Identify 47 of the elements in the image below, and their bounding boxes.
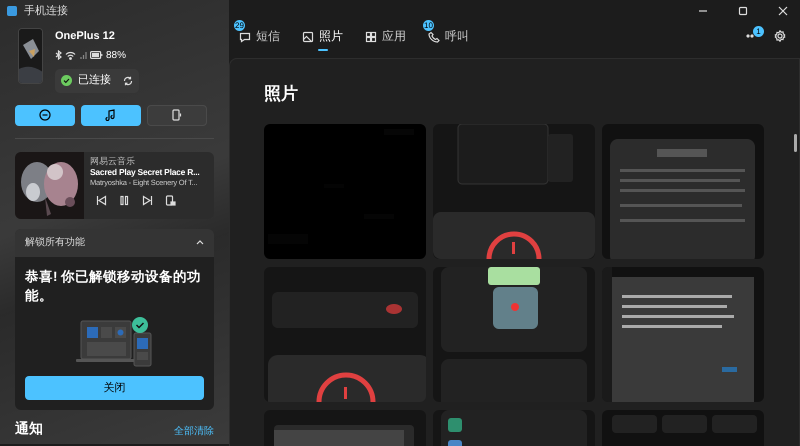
quick-action-button[interactable] xyxy=(81,104,141,126)
unlock-message: 恭喜! 你已解锁移动设备的功能。 xyxy=(25,268,202,306)
more-icon xyxy=(746,34,756,38)
wifi-icon xyxy=(65,50,76,60)
music-note-icon xyxy=(105,109,117,121)
count-badge: 10 xyxy=(423,20,434,31)
close-panel-button[interactable]: 关闭 xyxy=(25,376,204,400)
phone-icon xyxy=(428,30,440,43)
chat-icon xyxy=(239,30,251,43)
battery-icon xyxy=(90,51,103,59)
chevron-icon xyxy=(196,239,204,246)
panel-header: 解锁所有功能 xyxy=(25,236,85,250)
refresh-icon xyxy=(123,76,133,86)
quick-action-button[interactable] xyxy=(147,104,207,126)
device-name: OnePlus 12 xyxy=(55,29,116,44)
check-icon xyxy=(61,75,72,86)
close-icon xyxy=(778,6,788,16)
next-icon xyxy=(142,194,153,206)
page-title: 照片 xyxy=(264,83,299,105)
song-title: Sacred Play Secret Place R... xyxy=(90,166,200,178)
connection-status: 已连接 xyxy=(55,68,139,92)
quick-action-button[interactable] xyxy=(15,104,75,126)
bluetooth-icon xyxy=(55,50,62,60)
app-icon xyxy=(6,5,18,17)
previous-icon xyxy=(96,194,107,206)
phone-speaker-icon xyxy=(165,194,176,206)
tab[interactable]: 呼叫 10 xyxy=(422,23,475,51)
pause-icon xyxy=(119,194,130,206)
notifications-heading: 通知 xyxy=(15,419,43,438)
image-icon xyxy=(302,30,314,43)
do-not-disturb-icon xyxy=(39,109,51,121)
battery-level: 88% xyxy=(106,48,126,62)
phone-image xyxy=(18,28,43,84)
apps-icon xyxy=(365,30,377,43)
tab[interactable]: 应用 xyxy=(359,23,412,51)
settings-icon xyxy=(774,30,786,42)
media-app-name: 网易云音乐 xyxy=(90,154,135,167)
window-title: 手机连接 xyxy=(24,4,68,19)
count-badge: 29 xyxy=(234,20,245,31)
clear-all-link[interactable]: 全部清除 xyxy=(174,424,214,440)
count-badge: 1 xyxy=(753,26,764,37)
tab[interactable]: 照片 xyxy=(296,23,349,51)
phone-audio-icon xyxy=(171,109,183,121)
scrollbar-thumb[interactable] xyxy=(794,134,797,152)
signal-icon xyxy=(79,50,87,60)
tab[interactable]: 短信 29 xyxy=(233,23,286,51)
maximize-icon xyxy=(738,6,748,16)
